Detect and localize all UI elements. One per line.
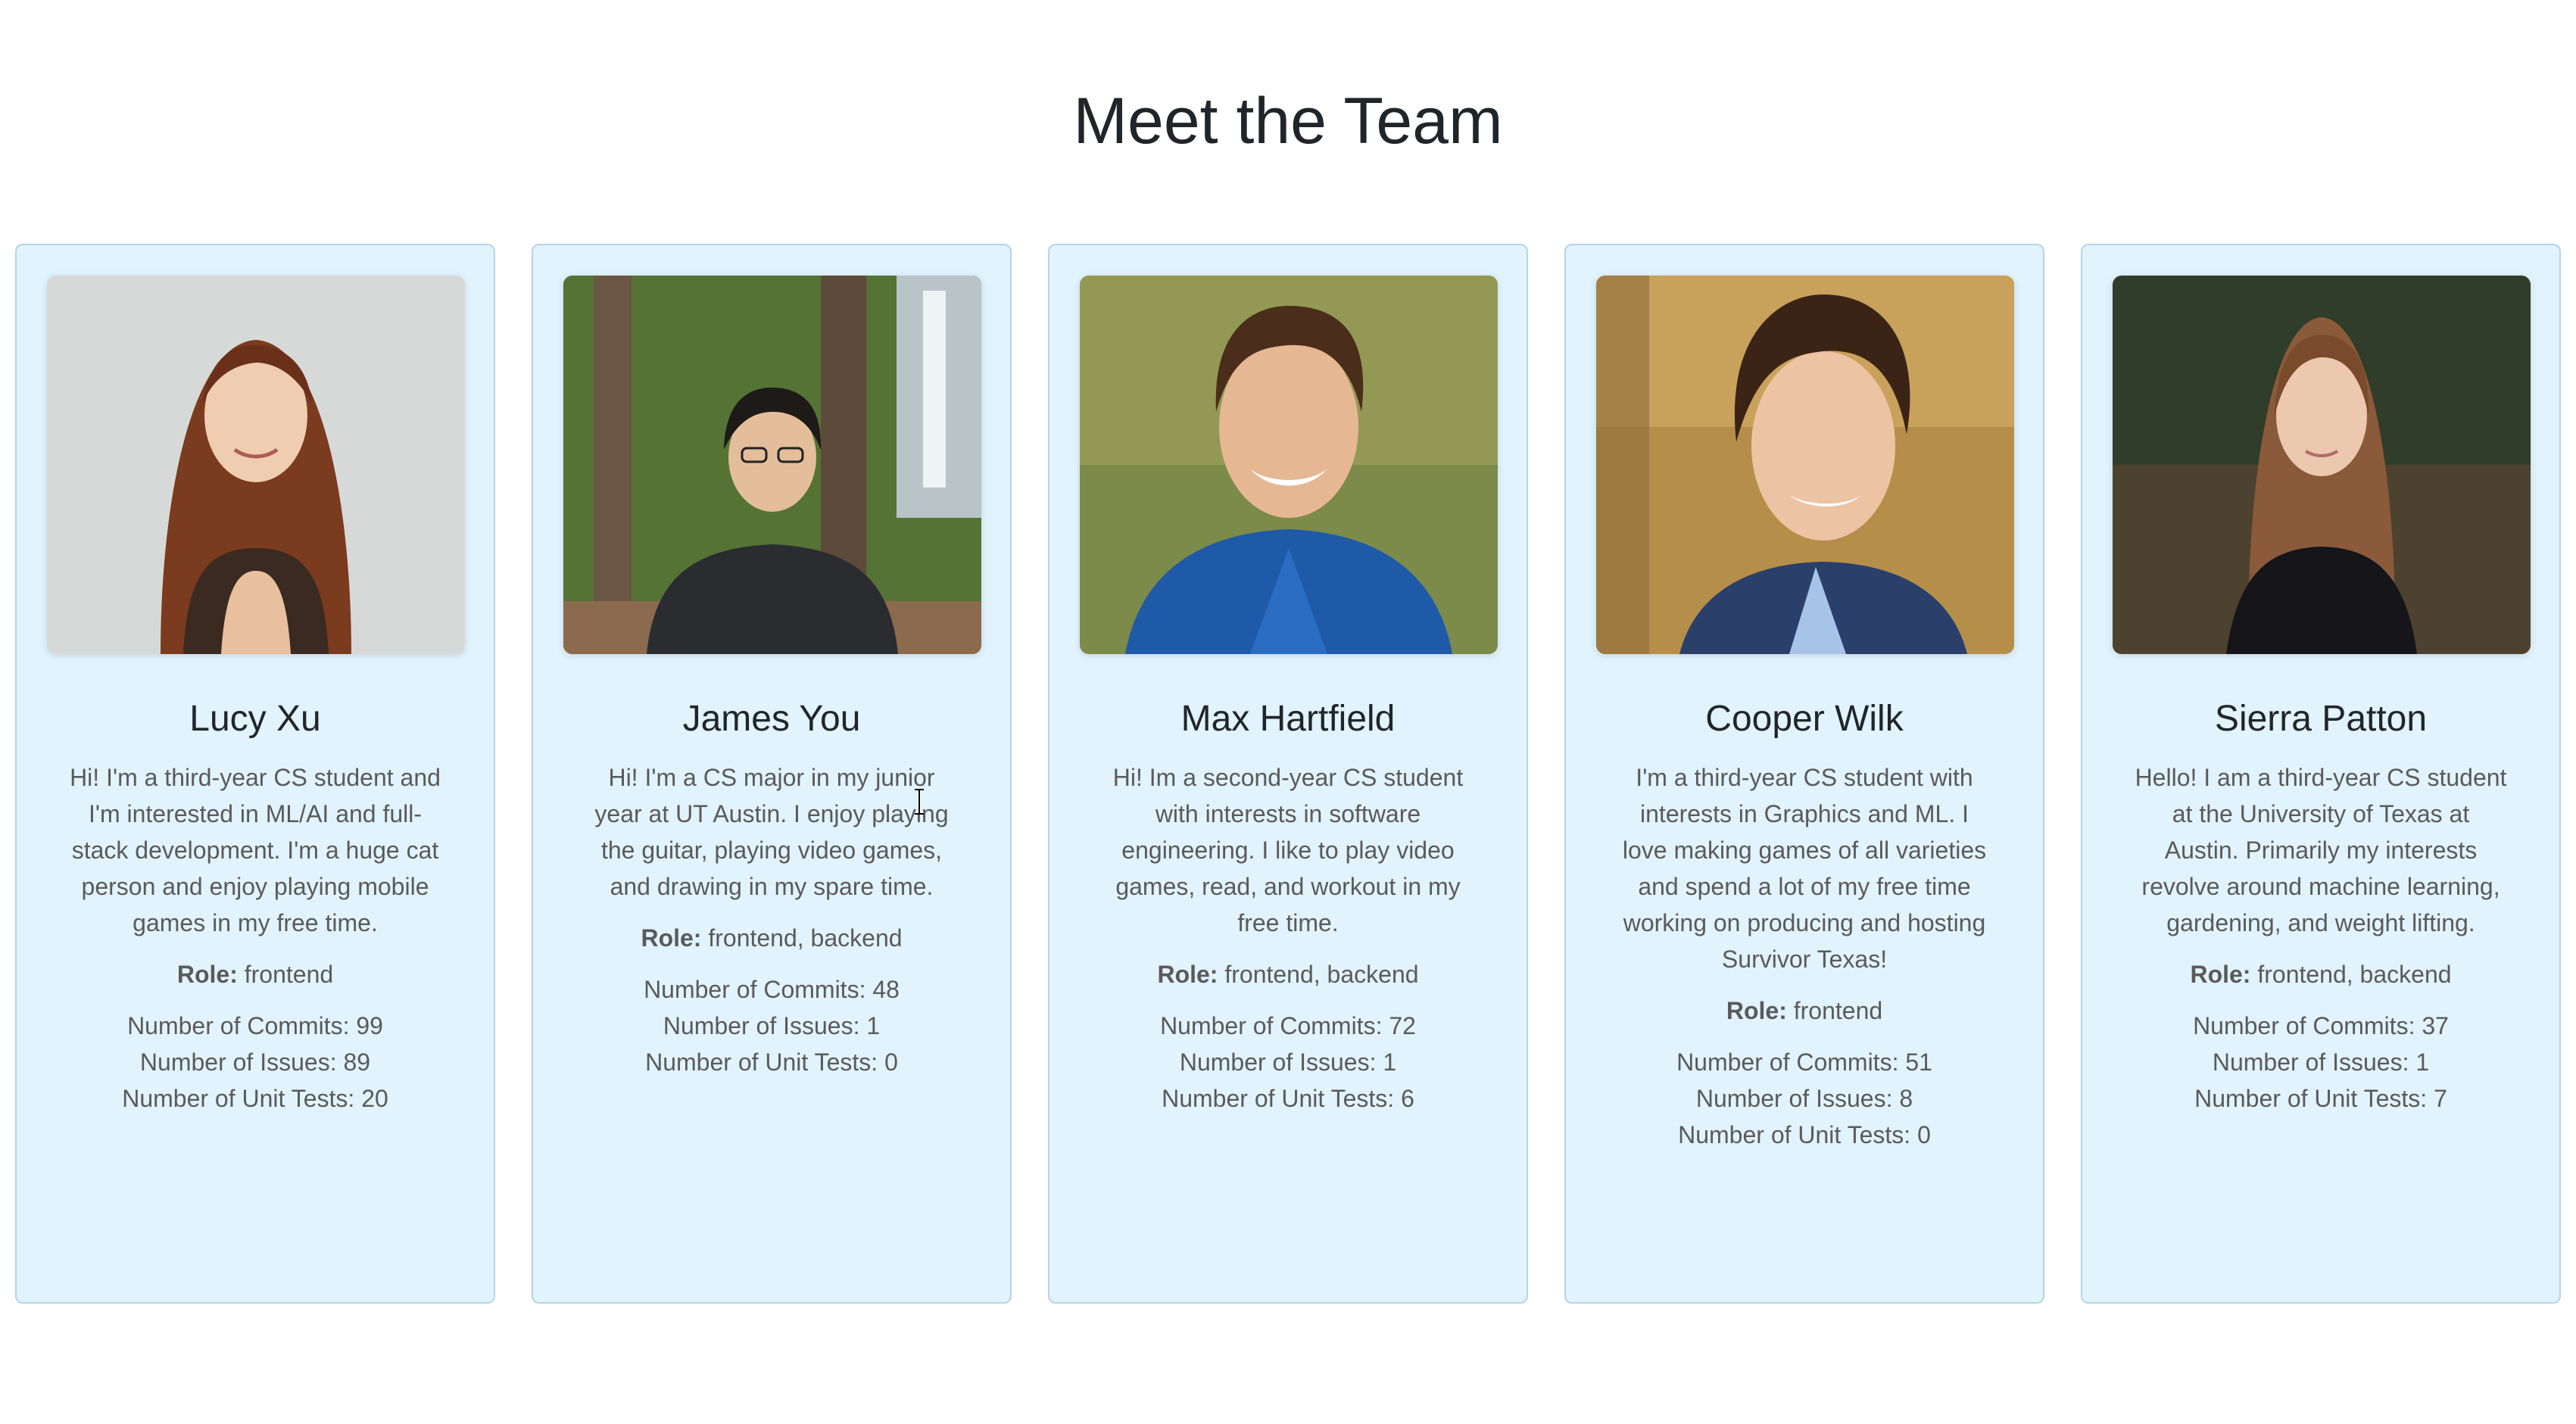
- role-value: frontend, backend: [708, 924, 903, 952]
- team-member-card: Cooper Wilk I'm a third-year CS student …: [1564, 244, 2044, 1304]
- team-card-grid: Lucy Xu Hi! I'm a third-year CS student …: [0, 0, 2576, 1424]
- member-photo: [2113, 276, 2531, 654]
- unit-test-count: Number of Unit Tests: 7: [2194, 1085, 2447, 1112]
- member-role: Role: frontend, backend: [2134, 956, 2508, 992]
- member-role: Role: frontend, backend: [585, 920, 959, 956]
- unit-test-count: Number of Unit Tests: 20: [122, 1085, 388, 1112]
- member-photo: [1080, 276, 1498, 654]
- commit-count: Number of Commits: 48: [644, 976, 900, 1003]
- issue-count: Number of Issues: 1: [663, 1012, 881, 1039]
- role-value: frontend, backend: [1224, 961, 1419, 988]
- commit-count: Number of Commits: 99: [127, 1012, 383, 1039]
- member-stats: Number of Commits: 72 Number of Issues: …: [1101, 1008, 1475, 1117]
- portrait-photo-icon: [2113, 276, 2531, 654]
- commit-count: Number of Commits: 51: [1676, 1049, 1932, 1076]
- role-label: Role:: [2190, 961, 2251, 988]
- team-page: Meet the Team Lucy Xu Hi! I'm a third-ye…: [0, 0, 2576, 1424]
- member-name: Max Hartfield: [1180, 699, 1396, 739]
- role-value: frontend: [1793, 997, 1883, 1024]
- member-stats: Number of Commits: 51 Number of Issues: …: [1617, 1044, 1991, 1153]
- unit-test-count: Number of Unit Tests: 6: [1162, 1085, 1414, 1112]
- portrait-photo-icon: [563, 276, 981, 654]
- portrait-photo-icon: [47, 276, 465, 654]
- member-photo: [47, 276, 465, 654]
- member-bio: Hi! I'm a third-year CS student and I'm …: [70, 764, 441, 936]
- issue-count: Number of Issues: 89: [139, 1049, 371, 1076]
- member-photo: [563, 276, 981, 654]
- commit-count: Number of Commits: 37: [2193, 1012, 2449, 1039]
- role-label: Role:: [1726, 997, 1787, 1024]
- unit-test-count: Number of Unit Tests: 0: [645, 1049, 898, 1076]
- member-details: Max Hartfield Hi! Im a second-year CS st…: [1049, 696, 1527, 1117]
- portrait-photo-icon: [1080, 276, 1498, 654]
- member-stats: Number of Commits: 37 Number of Issues: …: [2134, 1008, 2508, 1117]
- member-role: Role: frontend: [68, 956, 442, 992]
- role-label: Role:: [641, 924, 702, 952]
- member-name: Cooper Wilk: [1705, 699, 1904, 739]
- member-bio: I'm a third-year CS student with interes…: [1622, 764, 1987, 973]
- role-value: frontend: [244, 961, 334, 988]
- member-role: Role: frontend, backend: [1101, 956, 1475, 992]
- portrait-photo-icon: [1596, 276, 2014, 654]
- unit-test-count: Number of Unit Tests: 0: [1678, 1121, 1931, 1148]
- member-name: James You: [682, 699, 861, 739]
- team-member-card: James You Hi! I'm a CS major in my junio…: [532, 244, 1012, 1304]
- member-details: James You Hi! I'm a CS major in my junio…: [533, 696, 1010, 1080]
- member-name: Lucy Xu: [189, 699, 321, 739]
- member-bio: Hello! I am a third-year CS student at t…: [2135, 764, 2507, 936]
- commit-count: Number of Commits: 72: [1160, 1012, 1416, 1039]
- member-stats: Number of Commits: 48 Number of Issues: …: [585, 971, 959, 1080]
- member-bio: Hi! Im a second-year CS student with int…: [1112, 764, 1464, 936]
- member-bio: Hi! I'm a CS major in my junior year at …: [594, 764, 949, 900]
- member-details: Sierra Patton Hello! I am a third-year C…: [2082, 696, 2559, 1117]
- team-member-card: Lucy Xu Hi! I'm a third-year CS student …: [15, 244, 495, 1304]
- member-details: Lucy Xu Hi! I'm a third-year CS student …: [17, 696, 494, 1117]
- role-value: frontend, backend: [2257, 961, 2452, 988]
- issue-count: Number of Issues: 8: [1695, 1085, 1913, 1112]
- issue-count: Number of Issues: 1: [2212, 1049, 2430, 1076]
- role-label: Role:: [176, 961, 238, 988]
- member-role: Role: frontend: [1617, 992, 1991, 1029]
- team-member-card: Sierra Patton Hello! I am a third-year C…: [2081, 244, 2561, 1304]
- text-cursor-icon: [915, 789, 924, 815]
- issue-count: Number of Issues: 1: [1179, 1049, 1397, 1076]
- member-name: Sierra Patton: [2214, 699, 2428, 739]
- member-details: Cooper Wilk I'm a third-year CS student …: [1566, 696, 2043, 1153]
- role-label: Role:: [1157, 961, 1218, 988]
- member-stats: Number of Commits: 99 Number of Issues: …: [68, 1008, 442, 1117]
- team-member-card: Max Hartfield Hi! Im a second-year CS st…: [1048, 244, 1528, 1304]
- member-photo: [1596, 276, 2014, 654]
